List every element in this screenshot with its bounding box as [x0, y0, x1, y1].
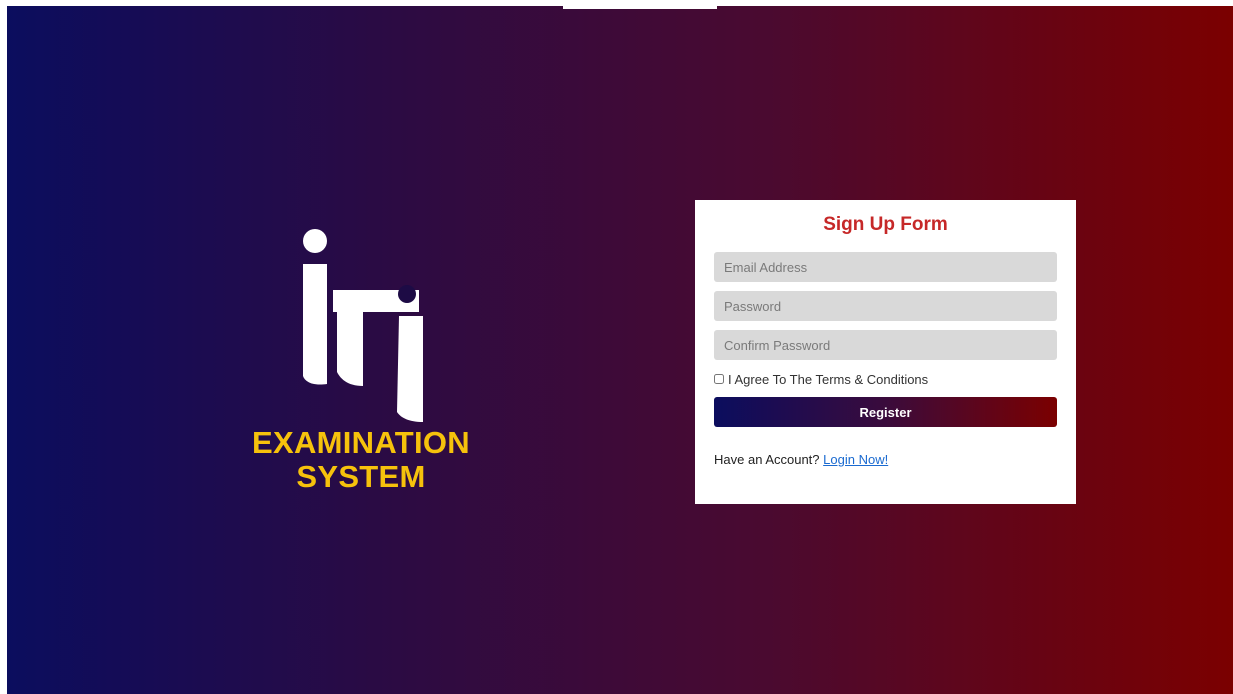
logo-text-line2: SYSTEM [296, 459, 426, 494]
form-title: Sign Up Form [823, 214, 948, 235]
iti-logo: EXAMINATION SYSTEM [241, 226, 481, 506]
confirm-password-input[interactable] [714, 330, 1057, 360]
register-button[interactable]: Register [714, 397, 1057, 427]
password-input[interactable] [714, 291, 1057, 321]
top-strip [563, 6, 717, 9]
signup-card: Sign Up Form I Agree To The Terms & Cond… [695, 200, 1076, 504]
terms-label: I Agree To The Terms & Conditions [728, 371, 929, 387]
iti-logo-mark [303, 229, 423, 422]
logo-text-line1: EXAMINATION [252, 425, 470, 460]
terms-checkbox[interactable] [714, 374, 724, 384]
have-account-row: Have an Account? Login Now! [714, 452, 888, 467]
logo-text: EXAMINATION SYSTEM [241, 426, 481, 494]
have-account-text: Have an Account? [714, 452, 820, 467]
page-background: EXAMINATION SYSTEM Sign Up Form I Agree … [7, 6, 1233, 694]
login-now-link[interactable]: Login Now! [823, 452, 888, 467]
terms-agreement[interactable]: I Agree To The Terms & Conditions [714, 370, 928, 388]
email-input[interactable] [714, 252, 1057, 282]
